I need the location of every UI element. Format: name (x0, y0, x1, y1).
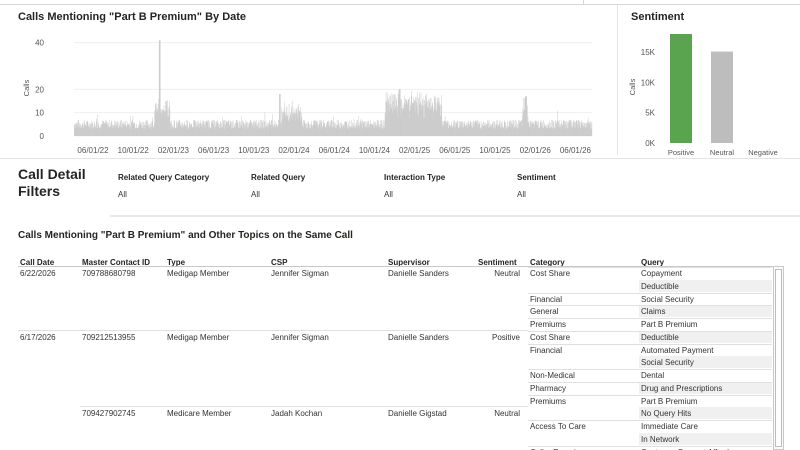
x-tick-label: 06/01/25 (439, 146, 471, 155)
cell-query: Dental (641, 371, 665, 380)
x-tick-label: 06/01/23 (198, 146, 230, 155)
x-tick-label: 06/01/22 (77, 146, 109, 155)
cell-query: Automated Payment (641, 345, 714, 355)
filter-label: Sentiment (517, 173, 556, 182)
panel-divider (617, 5, 618, 155)
cell-query: Deductible (641, 281, 679, 291)
filter-value[interactable]: All (384, 190, 445, 199)
filter-value[interactable]: All (251, 190, 305, 199)
cell-supervisor: Danielle Sanders (388, 269, 449, 278)
date-chart-title: Calls Mentioning "Part B Premium" By Dat… (18, 11, 247, 23)
x-tick-label: 10/01/25 (479, 146, 511, 155)
row-divider (18, 330, 528, 331)
cell-master-contact-id: 709212513955 (82, 333, 136, 342)
filters-divider (110, 215, 800, 217)
bar-neutral[interactable] (711, 51, 733, 143)
cell-supervisor: Danielle Sanders (388, 333, 449, 342)
cell-query: Part B Premium (641, 396, 698, 406)
cell-master-contact-id: 709788680798 (82, 269, 136, 278)
cell-category: Caller Experience (530, 447, 593, 450)
filter-label: Related Query (251, 173, 306, 182)
cell-supervisor: Danielle Gigstad (388, 409, 447, 418)
cell-type: Medicare Member (167, 409, 232, 418)
top-divider (0, 4, 800, 5)
y-tick-label: 15K (641, 48, 656, 57)
cell-call-date: 6/17/2026 (20, 333, 56, 342)
cell-query: Drug and Prescriptions (641, 383, 723, 393)
y-tick-label: 20 (35, 85, 44, 94)
cell-master-contact-id: 709427902745 (82, 409, 136, 418)
x-tick-label: 10/01/24 (359, 146, 391, 155)
x-tick-label: Neutral (710, 148, 735, 157)
filter-related-query-category[interactable]: Related Query Category All (118, 173, 209, 199)
filter-label: Interaction Type (384, 173, 446, 182)
x-tick-label: 02/01/26 (520, 146, 552, 155)
cell-csp: Jennifer Sigman (271, 269, 329, 278)
y-axis-label: Calls (628, 78, 637, 95)
cell-category: Premiums (530, 320, 567, 329)
top-divider-notch (583, 0, 584, 4)
cell-category: General (530, 307, 559, 317)
cell-call-date: 6/22/2026 (20, 269, 56, 278)
cell-query: Social Security (641, 294, 694, 304)
filter-sentiment[interactable]: Sentiment All (517, 173, 556, 199)
cell-query: In Network (641, 434, 680, 444)
filter-interaction-type[interactable]: Interaction Type All (384, 173, 445, 199)
y-tick-label: 5K (645, 109, 655, 118)
cell-category: Non-Medical (530, 371, 575, 380)
filter-value[interactable]: All (517, 190, 556, 199)
x-tick-label: 02/01/25 (399, 146, 431, 155)
scrollbar-thumb[interactable] (775, 269, 782, 447)
filter-label: Related Query Category (118, 173, 210, 182)
cell-query: Immediate Care (641, 422, 698, 431)
x-tick-label: 10/01/23 (238, 146, 270, 155)
y-tick-label: 10 (35, 109, 44, 118)
x-tick-label: 02/01/23 (158, 146, 190, 155)
sentiment-chart[interactable]: 15K 10K 5K 0K Calls Positive Neutral Negative (620, 24, 800, 160)
cell-category: Financial (530, 294, 563, 304)
y-tick-label: 10K (641, 78, 656, 87)
cell-query: Customer Support Afford (641, 447, 729, 450)
y-axis-label: Calls (22, 79, 31, 96)
y-tick-label: 0 (40, 132, 45, 141)
cell-category: Financial (530, 345, 563, 355)
cell-query: Copayment (641, 269, 682, 278)
cell-query: Social Security (641, 358, 694, 368)
cell-category: Access To Care (530, 422, 586, 431)
cell-category: Premiums (530, 396, 567, 406)
cell-sentiment: Neutral (494, 269, 520, 278)
x-tick-label: Negative (748, 148, 778, 157)
calls-by-date-chart[interactable]: 40 20 10 0 Calls 06/01/22 10/01/22 02/01/23 06/0… (0, 24, 620, 160)
sentiment-chart-title: Sentiment (631, 11, 685, 23)
row-divider (80, 406, 528, 407)
cell-query: Deductible (641, 332, 679, 342)
cell-category: Cost Share (530, 269, 571, 278)
table-title: Calls Mentioning "Part B Premium" and Ot… (18, 230, 353, 241)
x-tick-label: 06/01/26 (560, 146, 592, 155)
x-tick-label: Positive (668, 148, 694, 157)
filter-related-query[interactable]: Related Query All (251, 173, 305, 199)
cell-query: Claims (641, 307, 666, 317)
x-tick-label: 10/01/22 (118, 146, 150, 155)
cell-query: Part B Premium (641, 320, 698, 329)
cell-csp: Jadah Kochan (271, 409, 323, 418)
daily-bars (74, 40, 593, 136)
cell-category: Pharmacy (530, 383, 567, 393)
y-tick-label: 40 (35, 39, 44, 48)
cell-csp: Jennifer Sigman (271, 333, 329, 342)
y-tick-label: 0K (645, 139, 655, 148)
filter-value[interactable]: All (118, 190, 209, 199)
x-tick-label: 06/01/24 (319, 146, 351, 155)
cell-sentiment: Positive (491, 333, 520, 342)
cell-query: No Query Hits (641, 409, 692, 419)
filters-title: Call Detail Filters (18, 166, 86, 199)
cell-type: Medigap Member (167, 269, 230, 278)
cell-sentiment: Neutral (494, 409, 520, 418)
cell-category: Cost Share (530, 332, 571, 342)
x-tick-label: 02/01/24 (278, 146, 310, 155)
cell-type: Medigap Member (167, 333, 230, 342)
bar-positive[interactable] (670, 34, 692, 143)
table-scrollbar[interactable] (773, 266, 784, 450)
section-divider (0, 158, 800, 159)
